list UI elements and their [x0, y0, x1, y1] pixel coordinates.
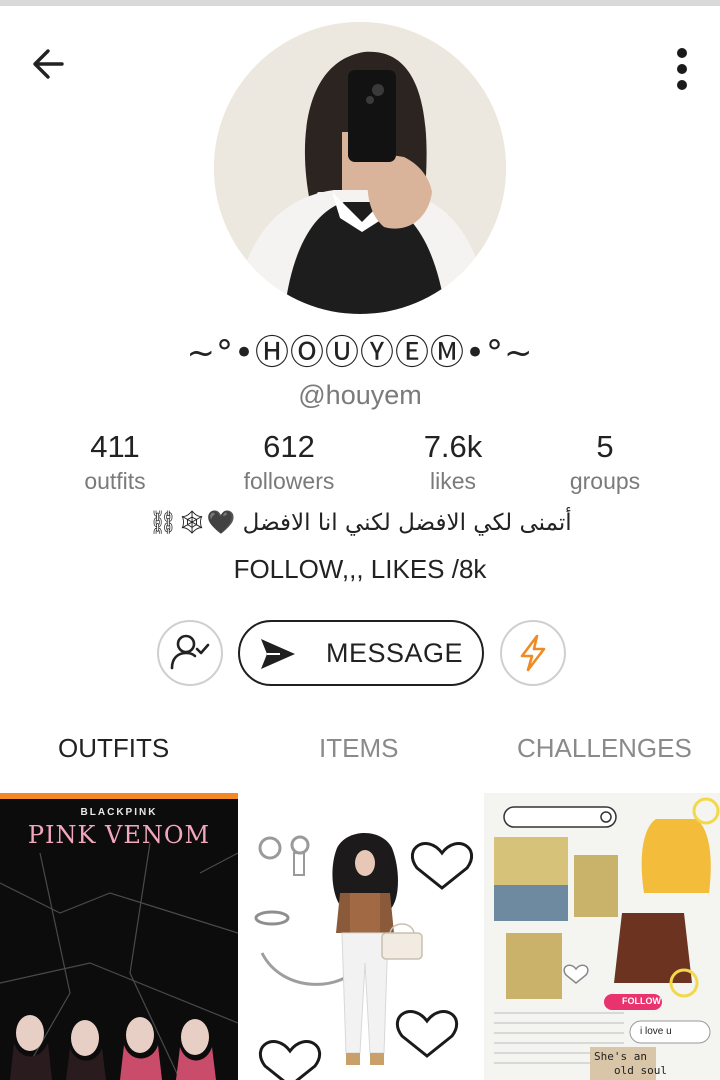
stats-row: 411 outfits 612 followers 7.6k likes 5 g… — [0, 428, 720, 500]
stat-outfits[interactable]: 411 outfits — [30, 428, 200, 496]
outfit-card-3[interactable]: FOLLOW i love u She's an old soul — [484, 793, 720, 1080]
arrow-left-icon — [33, 49, 64, 79]
username: @houyem — [298, 380, 422, 410]
back-button[interactable] — [28, 42, 72, 86]
stat-value: 7.6k — [423, 429, 483, 464]
outfit-card-2[interactable] — [242, 793, 480, 1080]
tab-items[interactable]: ITEMS — [319, 733, 398, 764]
bio-line-2: FOLLOW,,, LIKES /8k — [233, 554, 487, 584]
poster-title: PINK VENOM — [27, 821, 211, 849]
tab-challenges[interactable]: CHALLENGES — [517, 733, 692, 764]
vertical-dots-icon — [677, 48, 687, 90]
stat-label: followers — [243, 468, 335, 494]
user-check-icon — [170, 634, 210, 670]
more-options-button[interactable] — [664, 44, 700, 94]
follow-tag: FOLLOW — [622, 996, 661, 1006]
avatar-photo — [214, 22, 506, 314]
profile-avatar[interactable] — [214, 22, 506, 314]
message-button[interactable]: MESSAGE — [238, 620, 484, 686]
status-strip — [0, 0, 720, 6]
stat-value: 612 — [263, 429, 315, 464]
caption-line-1: She's an — [594, 1050, 647, 1063]
message-label: MESSAGE — [326, 638, 464, 668]
display-name: ~°•ⒽⓄⓊⓎⒺⓂ•°~ — [186, 333, 534, 373]
send-icon — [261, 639, 295, 669]
stat-groups[interactable]: 5 groups — [520, 428, 690, 496]
collage-image — [484, 793, 720, 1080]
follow-button[interactable] — [157, 620, 223, 686]
stat-value: 5 — [596, 429, 614, 464]
stat-likes[interactable]: 7.6k likes — [368, 428, 538, 496]
outfit-card-1[interactable]: BLACKPINK PINK VENOM — [0, 793, 238, 1080]
boost-button[interactable] — [500, 620, 566, 686]
lightning-icon — [520, 634, 546, 672]
note-text: i love u — [640, 1026, 672, 1037]
bio-line-1: أتمنى لكي الافضل لكني انا الافضل 🖤🕸⛓ — [148, 510, 572, 536]
stat-value: 411 — [90, 429, 140, 464]
stat-followers[interactable]: 612 followers — [204, 428, 374, 496]
outfit-collage-image — [242, 793, 480, 1080]
stat-label: outfits — [84, 468, 146, 494]
stat-label: likes — [429, 468, 476, 494]
stat-label: groups — [569, 468, 641, 494]
caption-line-2: old soul — [614, 1064, 667, 1077]
tab-outfits[interactable]: OUTFITS — [58, 733, 169, 764]
poster-brand: BLACKPINK — [80, 807, 158, 818]
